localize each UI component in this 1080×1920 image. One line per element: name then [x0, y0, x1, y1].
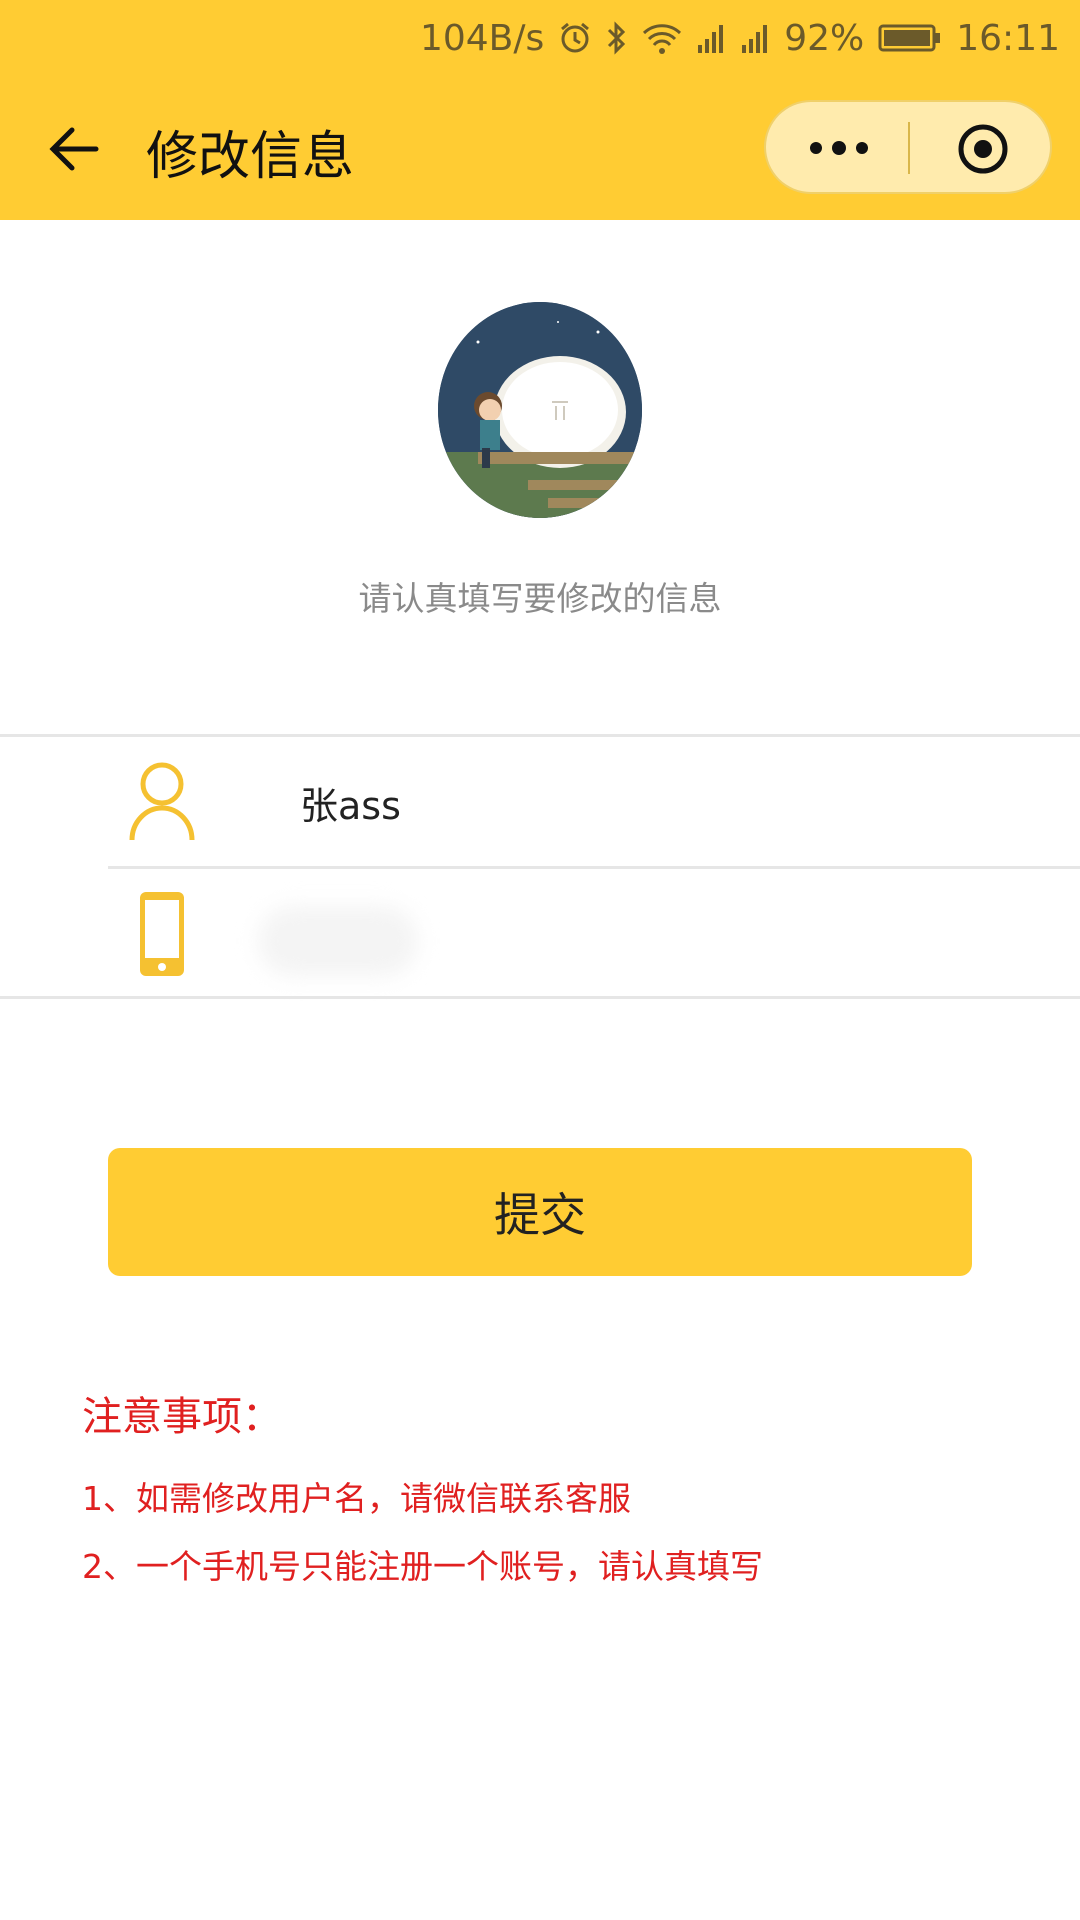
battery-percent: 92%	[784, 17, 865, 59]
note-item: 2、一个手机号只能注册一个账号，请认真填写	[82, 1547, 763, 1586]
signal-1-icon	[696, 21, 726, 55]
capsule-divider	[908, 122, 910, 174]
bluetooth-icon	[606, 20, 628, 56]
username-field[interactable]	[300, 762, 1040, 842]
phone-field[interactable]	[300, 892, 1040, 972]
form-divider-middle	[108, 866, 1080, 869]
notes-title: 注意事项：	[82, 1394, 282, 1440]
arrow-left-icon[interactable]	[46, 122, 100, 176]
phone-icon	[138, 890, 186, 978]
form-hint: 请认真填写要修改的信息	[358, 579, 722, 618]
form-divider-bottom	[0, 996, 1080, 999]
nav-bar: 修改信息	[0, 76, 1080, 220]
submit-button[interactable]: 提交	[108, 1148, 972, 1276]
clock: 16:11	[956, 17, 1060, 59]
avatar[interactable]	[438, 302, 642, 518]
page-title: 修改信息	[146, 127, 355, 187]
user-icon	[128, 760, 196, 842]
wifi-icon	[642, 21, 682, 55]
mini-program-capsule	[764, 100, 1052, 194]
battery-icon	[878, 23, 942, 53]
status-bar: 104B/s 92% 16:11	[0, 0, 1080, 76]
more-dots-icon[interactable]	[806, 128, 872, 168]
target-circle-icon[interactable]	[956, 122, 1010, 176]
signal-2-icon	[740, 21, 770, 55]
note-item: 1、如需修改用户名，请微信联系客服	[82, 1479, 631, 1518]
alarm-icon	[558, 21, 592, 55]
form-divider-top	[0, 734, 1080, 737]
network-speed: 104B/s	[419, 17, 545, 59]
